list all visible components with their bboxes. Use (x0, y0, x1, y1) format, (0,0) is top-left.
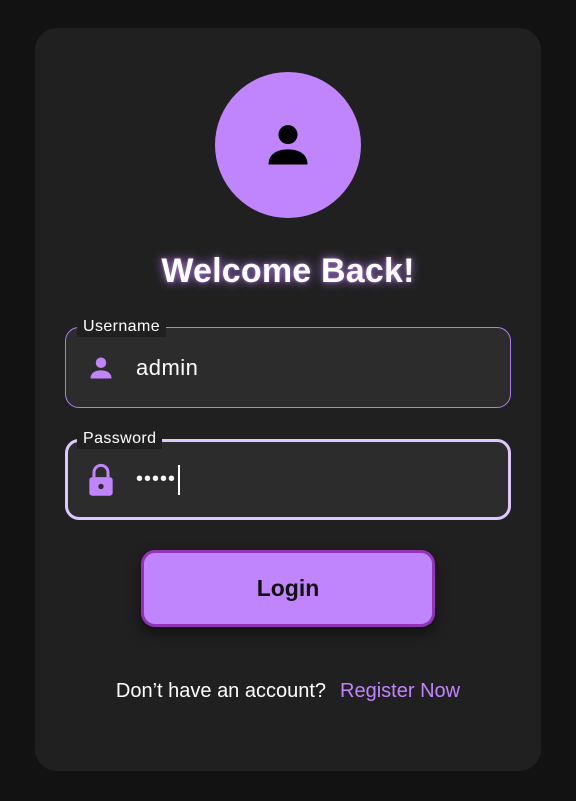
username-input[interactable]: admin (136, 355, 198, 381)
register-prompt-text: Don’t have an account? (115, 680, 327, 702)
person-icon (262, 119, 314, 171)
text-caret (178, 464, 181, 495)
password-label: Password (77, 429, 163, 449)
register-prompt: Don’t have an account? Register Now (0, 680, 576, 703)
person-icon (86, 351, 116, 385)
avatar (215, 72, 361, 218)
password-input[interactable]: ••••• (136, 464, 181, 495)
login-button[interactable]: Login (141, 550, 435, 627)
username-label: Username (77, 317, 167, 337)
password-field[interactable]: Password ••••• (65, 429, 511, 520)
register-link[interactable]: Register Now (340, 680, 460, 702)
password-dots: ••••• (136, 468, 177, 490)
page-title: Welcome Back! (161, 252, 415, 290)
lock-icon (86, 463, 116, 497)
username-field[interactable]: Username admin (65, 317, 511, 408)
